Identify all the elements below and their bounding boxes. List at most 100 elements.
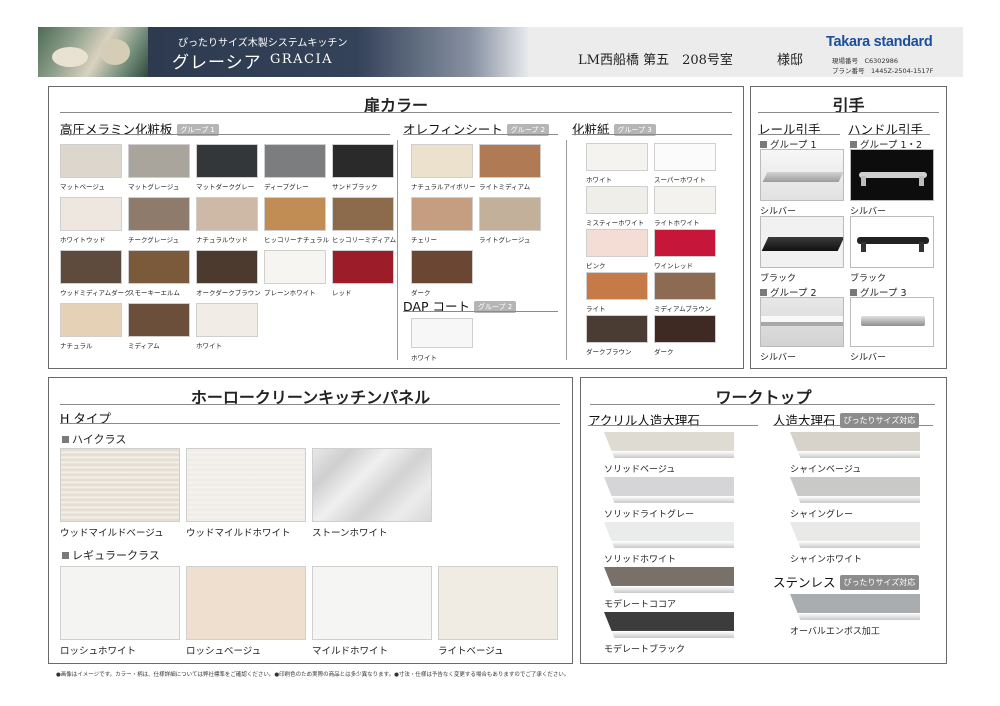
artificial-swatch-label: シャイングレー	[790, 510, 854, 520]
paper-swatch	[654, 229, 716, 257]
worktop-swatch	[604, 432, 734, 458]
melamine-swatch	[264, 250, 326, 284]
paper-swatch-label: ライト	[586, 305, 606, 313]
high-class-swatch-label: ウッドマイルドベージュ	[60, 528, 164, 539]
melamine-swatch-label: ミディアム	[128, 342, 160, 350]
paper-swatch	[586, 315, 648, 343]
acrylic-swatch-label: ソリッドホワイト	[604, 555, 677, 565]
footer-note: ●画像はイメージです。カラー・柄は、仕様詳細については弊社標準をご確認ください。…	[56, 672, 570, 678]
olefin-swatch-label: ナチュラルアイボリー	[411, 183, 476, 191]
melamine-swatch-label: ナチュラル	[60, 342, 93, 350]
regular-class-swatch	[312, 566, 432, 640]
regular-class-heading: レギュラークラス	[62, 547, 160, 563]
paper-swatch-label: ミスティーホワイト	[586, 219, 645, 227]
melamine-swatch-label: ウッドミディアムダーク	[60, 289, 131, 297]
melamine-swatch	[128, 250, 190, 284]
paper-swatch-label: ダーク	[654, 348, 674, 356]
dap-swatch-label: ホワイト	[411, 354, 437, 362]
paper-swatch-label: ミディアムブラウン	[654, 305, 712, 313]
worktop-swatch	[790, 594, 920, 620]
melamine-swatch	[332, 144, 394, 178]
brand-logo: Takara standard	[826, 34, 933, 50]
paper-swatch	[654, 272, 716, 300]
melamine-swatch-label: ホワイト	[196, 342, 222, 350]
melamine-swatch	[264, 197, 326, 231]
melamine-swatch-label: ヒッコリーミディアム	[332, 236, 397, 244]
acrylic-swatch-label: ソリッドベージュ	[604, 465, 676, 475]
rail2-handle-silver	[760, 297, 844, 347]
melamine-swatch	[60, 303, 122, 337]
paper-swatch-label: スーパーホワイト	[654, 176, 706, 184]
rail-handle-black	[760, 216, 844, 268]
melamine-swatch	[264, 144, 326, 178]
paper-swatch	[586, 229, 648, 257]
melamine-swatch	[196, 197, 258, 231]
melamine-swatch-label: ホワイトウッド	[60, 236, 106, 244]
melamine-swatch-label: プレーンホワイト	[264, 289, 316, 297]
worktop-swatch	[790, 522, 920, 548]
melamine-swatch	[60, 250, 122, 284]
high-class-swatch	[186, 448, 306, 522]
worktop-swatch	[604, 567, 734, 593]
paper-swatch-label: ワインレッド	[654, 262, 693, 270]
header-title-en: GRACIA	[270, 52, 334, 67]
melamine-heading: 高圧メラミン化粧板 グループ 1	[60, 119, 219, 138]
paper-swatch	[586, 272, 648, 300]
high-class-swatch	[312, 448, 432, 522]
worktop-swatch	[604, 522, 734, 548]
regular-class-swatch	[438, 566, 558, 640]
melamine-swatch	[332, 197, 394, 231]
honorific: 様邸	[777, 53, 804, 68]
dap-heading: DAP コート グループ 2	[403, 296, 517, 315]
melamine-swatch	[60, 144, 122, 178]
melamine-swatch-label: マットグレージュ	[128, 183, 180, 191]
plan-number: プラン番号 1445Z-2504-1517F	[832, 67, 934, 75]
olefin-swatch-label: ライトグレージュ	[479, 236, 531, 244]
melamine-swatch-label: チークグレージュ	[128, 236, 180, 244]
stainless-heading: ステンレス ぴったりサイズ対応	[773, 572, 920, 591]
melamine-swatch	[128, 144, 190, 178]
melamine-swatch	[196, 250, 258, 284]
melamine-swatch-label: マットベージュ	[60, 183, 105, 191]
bar-handle-black	[850, 216, 934, 268]
kitchen-photo	[38, 27, 148, 77]
olefin-swatch	[411, 250, 473, 284]
artificial-swatch-label: シャインホワイト	[790, 555, 863, 565]
paper-swatch	[586, 143, 648, 171]
paper-swatch	[654, 186, 716, 214]
rail-black-label: ブラック	[760, 274, 797, 284]
melamine-swatch-label: レッド	[332, 289, 352, 297]
olefin-swatch-label: チェリー	[411, 236, 437, 244]
bar-black-label: ブラック	[850, 274, 887, 284]
worktop-swatch	[790, 432, 920, 458]
olefin-swatch-label: ダーク	[411, 289, 431, 297]
regular-class-swatch	[186, 566, 306, 640]
paper-heading: 化粧紙 グループ 3	[572, 119, 656, 138]
rail-handle-silver	[760, 149, 844, 201]
worktop-swatch	[604, 477, 734, 503]
high-class-swatch-label: ストーンホワイト	[312, 528, 388, 539]
stainless-swatch-label: オーバルエンボス加工	[790, 627, 880, 637]
acrylic-swatch-label: ソリッドライトグレー	[604, 510, 695, 520]
regular-class-swatch-label: ロッシュベージュ	[186, 646, 262, 657]
melamine-swatch-label: マットダークグレー	[196, 183, 255, 191]
acrylic-swatch-label: モデレートブラック	[604, 645, 686, 655]
melamine-swatch-label: ディープグレー	[264, 183, 309, 191]
high-class-heading: ハイクラス	[62, 431, 126, 447]
olefin-swatch	[411, 144, 473, 178]
bar3-silver-label: シルバー	[850, 353, 887, 363]
bar-handle-heading: ハンドル引手	[848, 122, 924, 137]
paper-swatch-label: ピンク	[586, 262, 606, 270]
rail2-silver-label: シルバー	[760, 353, 797, 363]
paper-swatch-label: ホワイト	[586, 176, 612, 184]
property-name: LM西船橋 第五 208号室	[578, 53, 733, 68]
melamine-swatch-label: オークダークブラウン	[196, 289, 261, 297]
regular-class-swatch-label: ライトベージュ	[438, 646, 504, 657]
olefin-heading: オレフィンシート グループ 2	[403, 119, 550, 138]
regular-class-swatch-label: ロッシュホワイト	[60, 646, 137, 657]
header-subtitle: ぴったりサイズ木製システムキッチン	[178, 38, 348, 49]
acrylic-swatch-label: モデレートココア	[604, 600, 677, 610]
artificial-heading: 人造大理石 ぴったりサイズ対応	[773, 410, 920, 429]
paper-swatch-label: ダークブラウン	[586, 348, 632, 356]
melamine-swatch	[196, 144, 258, 178]
